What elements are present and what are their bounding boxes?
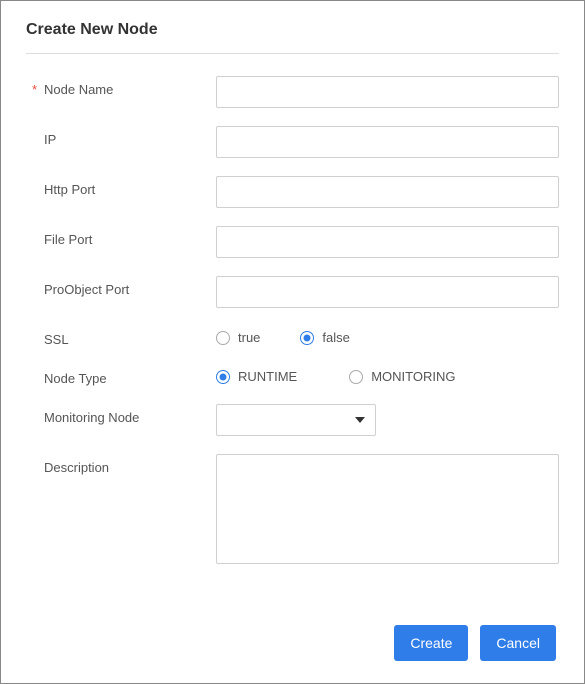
label-http-port-text: Http Port — [44, 182, 95, 197]
label-node-type-text: Node Type — [44, 371, 107, 386]
control-wrap — [216, 126, 559, 158]
proobject-port-input[interactable] — [216, 276, 559, 308]
control-wrap — [216, 76, 559, 108]
ip-input[interactable] — [216, 126, 559, 158]
row-monitoring-node: Monitoring Node — [26, 404, 559, 436]
label-monitoring-node-text: Monitoring Node — [44, 410, 139, 425]
ssl-false-radio[interactable]: false — [300, 330, 349, 345]
http-port-input[interactable] — [216, 176, 559, 208]
radio-icon — [300, 331, 314, 345]
row-node-type: Node Type RUNTIME MONITORING — [26, 365, 559, 386]
ssl-true-label: true — [238, 330, 260, 345]
row-description: Description — [26, 454, 559, 567]
node-name-input[interactable] — [216, 76, 559, 108]
label-monitoring-node: Monitoring Node — [26, 404, 216, 425]
label-proobject-port-text: ProObject Port — [44, 282, 129, 297]
row-node-name: * Node Name — [26, 76, 559, 108]
row-http-port: Http Port — [26, 176, 559, 208]
create-node-dialog: Create New Node * Node Name IP Http Port… — [1, 1, 584, 605]
row-ip: IP — [26, 126, 559, 158]
label-http-port: Http Port — [26, 176, 216, 197]
control-wrap — [216, 226, 559, 258]
row-ssl: SSL true false — [26, 326, 559, 347]
control-wrap — [216, 176, 559, 208]
label-ssl-text: SSL — [44, 332, 69, 347]
label-node-name: * Node Name — [26, 76, 216, 97]
cancel-button[interactable]: Cancel — [480, 625, 556, 661]
control-wrap — [216, 276, 559, 308]
node-type-runtime-radio[interactable]: RUNTIME — [216, 369, 297, 384]
label-node-type: Node Type — [26, 365, 216, 386]
label-ip: IP — [26, 126, 216, 147]
node-type-monitoring-radio[interactable]: MONITORING — [349, 369, 455, 384]
ssl-false-label: false — [322, 330, 349, 345]
label-node-name-text: Node Name — [44, 82, 113, 97]
label-file-port: File Port — [26, 226, 216, 247]
label-ssl: SSL — [26, 326, 216, 347]
node-type-monitoring-label: MONITORING — [371, 369, 455, 384]
label-file-port-text: File Port — [44, 232, 92, 247]
ssl-radio-group: true false — [216, 326, 559, 345]
radio-icon — [349, 370, 363, 384]
control-wrap — [216, 454, 559, 567]
required-star-icon: * — [32, 82, 37, 97]
control-wrap — [216, 404, 559, 436]
radio-icon — [216, 370, 230, 384]
radio-icon — [216, 331, 230, 345]
create-button[interactable]: Create — [394, 625, 468, 661]
label-description-text: Description — [44, 460, 109, 475]
row-file-port: File Port — [26, 226, 559, 258]
label-description: Description — [26, 454, 216, 475]
node-type-radio-group: RUNTIME MONITORING — [216, 365, 559, 384]
node-type-runtime-label: RUNTIME — [238, 369, 297, 384]
file-port-input[interactable] — [216, 226, 559, 258]
dialog-title: Create New Node — [26, 21, 559, 54]
label-ip-text: IP — [44, 132, 56, 147]
description-input[interactable] — [216, 454, 559, 564]
ssl-true-radio[interactable]: true — [216, 330, 260, 345]
control-wrap: RUNTIME MONITORING — [216, 365, 559, 384]
row-proobject-port: ProObject Port — [26, 276, 559, 308]
label-proobject-port: ProObject Port — [26, 276, 216, 297]
caret-down-icon — [355, 417, 365, 423]
button-row: Create Cancel — [394, 625, 556, 661]
control-wrap: true false — [216, 326, 559, 345]
monitoring-node-select[interactable] — [216, 404, 376, 436]
